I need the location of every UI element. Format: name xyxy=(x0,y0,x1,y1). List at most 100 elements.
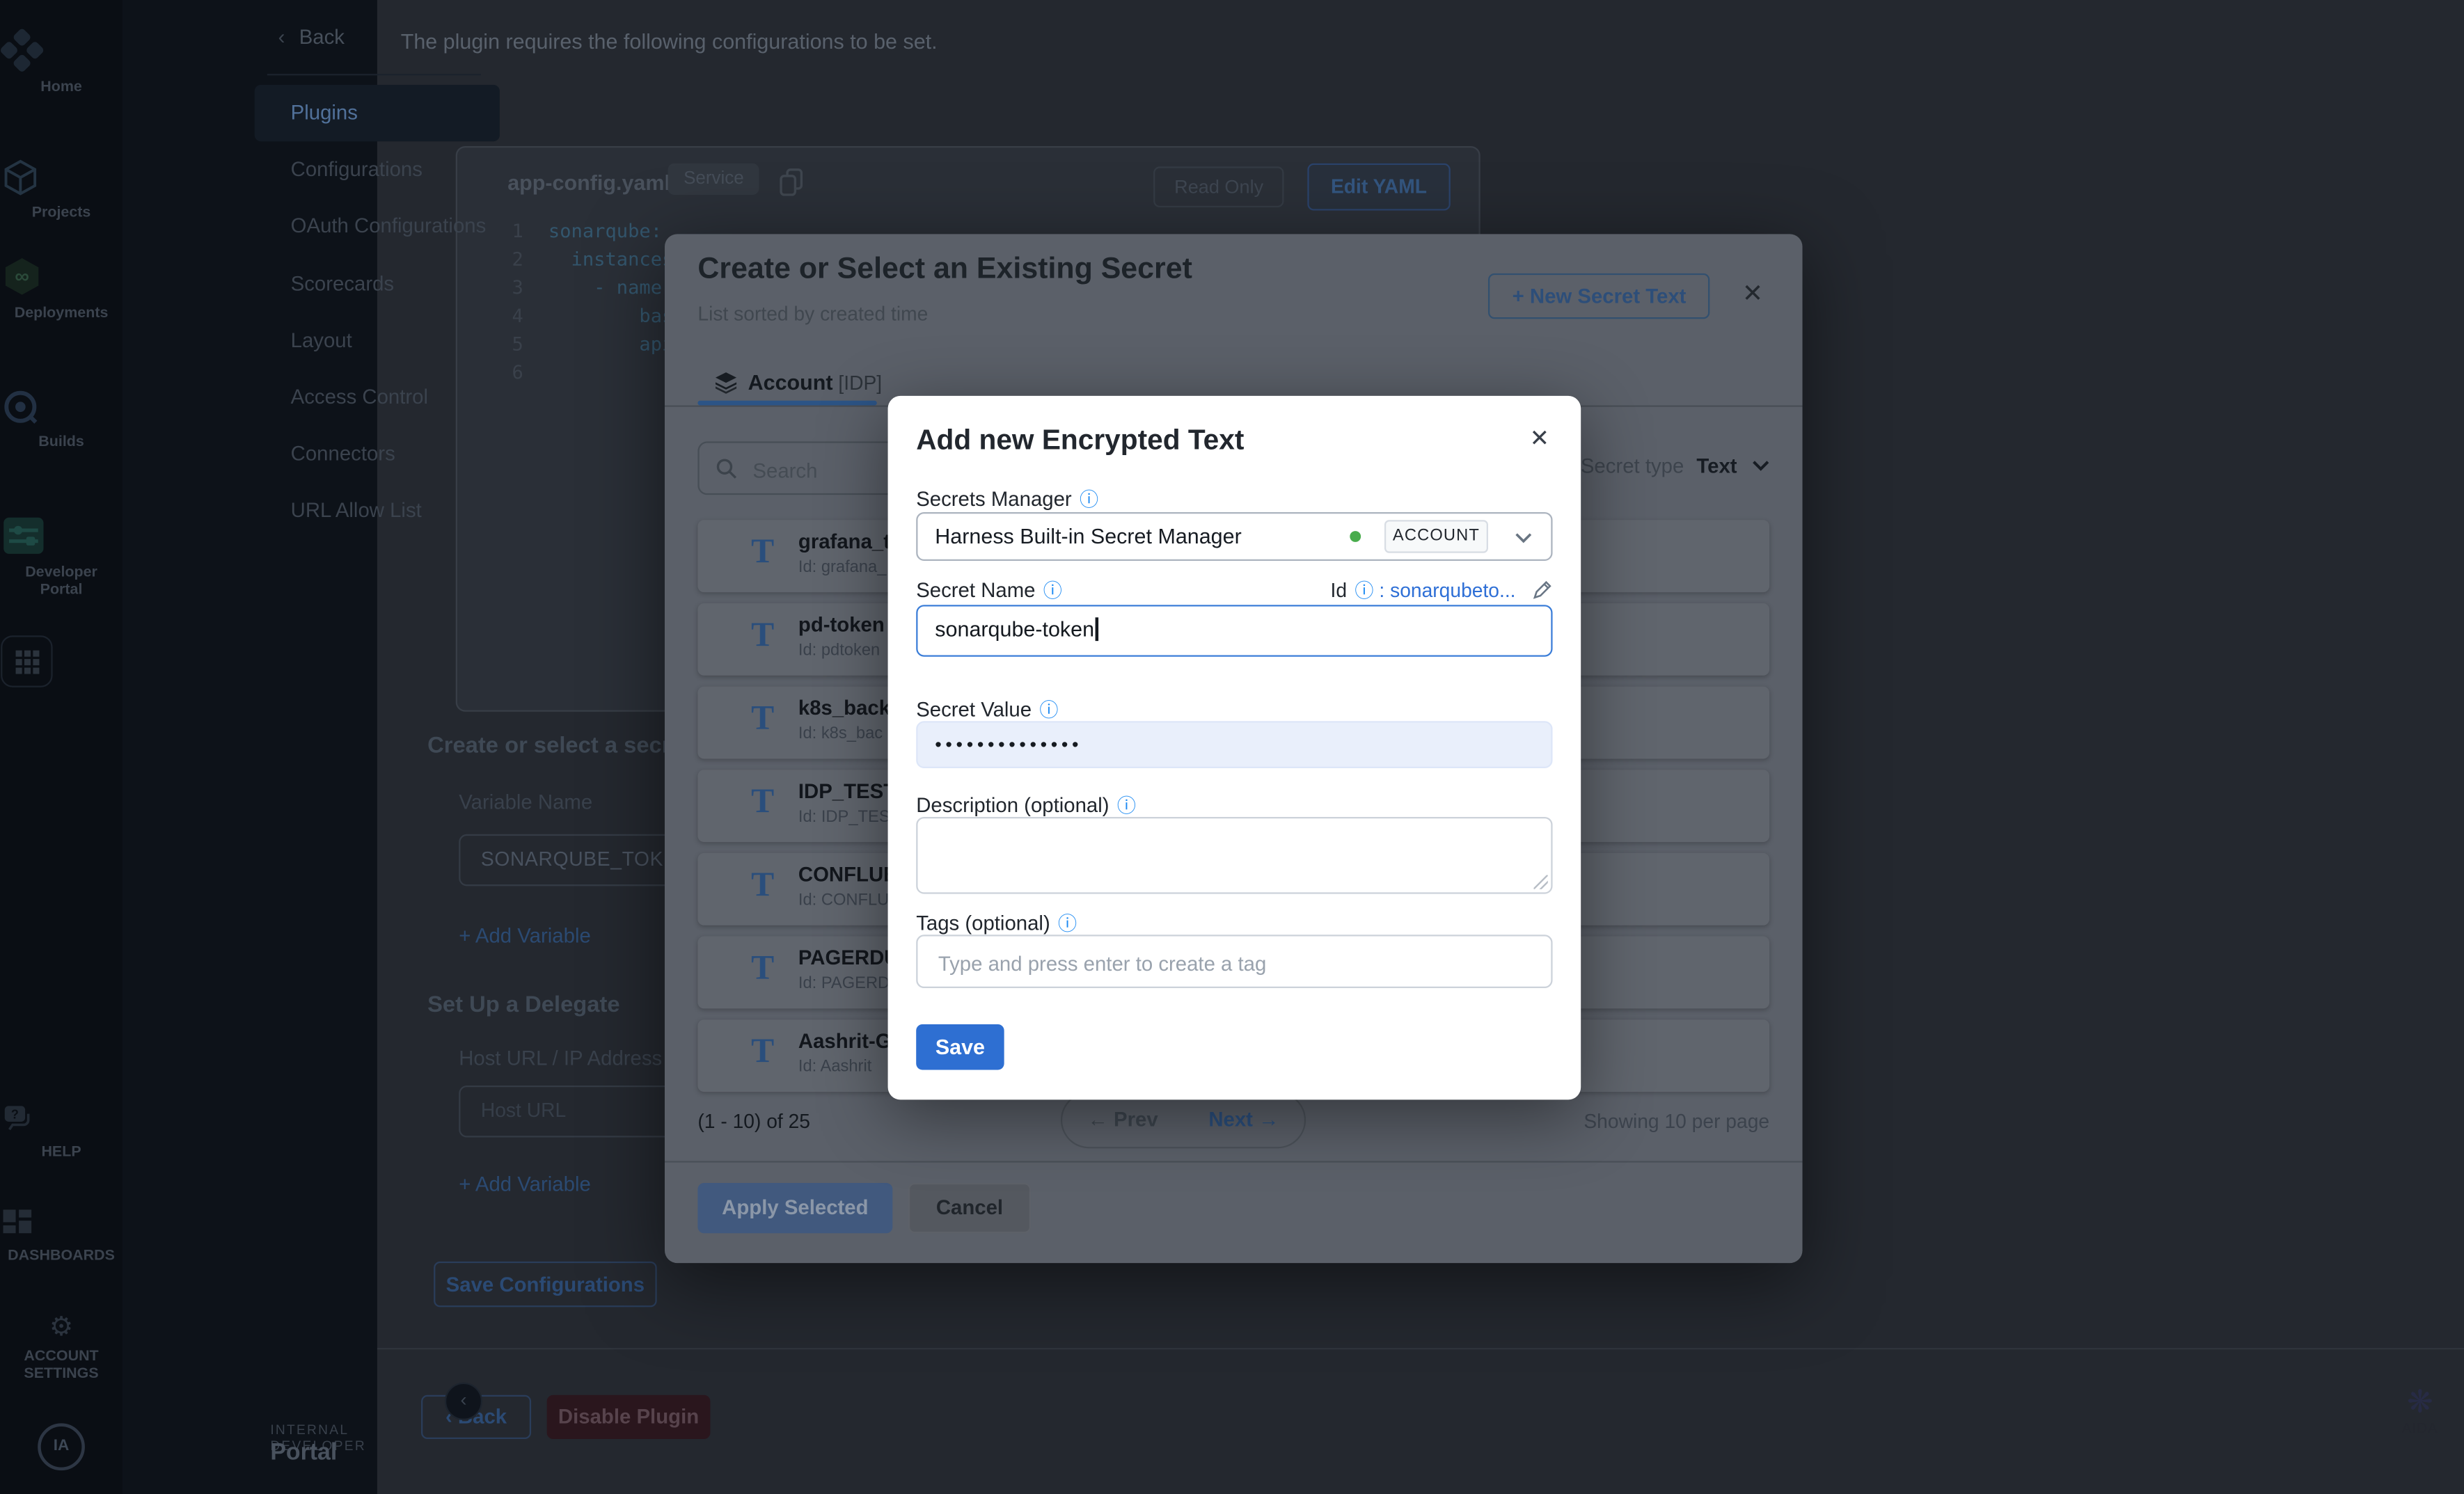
modal-title: Add new Encrypted Text xyxy=(916,424,1244,457)
nav-builds[interactable]: Builds xyxy=(0,386,123,451)
pagination-group: ← Prev Next → xyxy=(1061,1092,1306,1148)
secret-type-dropdown[interactable]: Secret typeText xyxy=(1581,454,1769,477)
secret-value-input[interactable]: •••••••••••••• xyxy=(916,721,1552,768)
read-only-button[interactable]: Read Only xyxy=(1154,166,1284,207)
projects-cube-icon xyxy=(0,157,123,198)
resize-handle-icon[interactable] xyxy=(1533,875,1547,889)
layers-icon xyxy=(713,369,739,395)
nav-deployments-label: Deployments xyxy=(15,305,109,322)
app-root: Home Projects ∞ Deployments Builds Devel… xyxy=(0,0,2464,1494)
tab-account-idp[interactable]: Account [IDP] xyxy=(713,369,882,395)
info-icon: ⓘ xyxy=(1058,909,1077,936)
gear-icon: ⚙ xyxy=(0,1313,123,1342)
variable-name-label: Variable Name xyxy=(459,790,592,814)
modal-footer-divider xyxy=(665,1161,1803,1162)
nav-help-label: HELP xyxy=(41,1144,81,1161)
nav-home[interactable]: Home xyxy=(0,29,123,96)
add-variable-link[interactable]: + Add Variable xyxy=(459,923,591,947)
yaml-line: 1sonarqube: xyxy=(486,220,662,248)
text-secret-icon: T xyxy=(751,864,774,905)
nav-projects-label: Projects xyxy=(32,204,91,221)
prev-page-button[interactable]: ← Prev xyxy=(1062,1093,1183,1147)
delegate-section-heading: Set Up a Delegate xyxy=(427,993,620,1018)
svg-text:∞: ∞ xyxy=(15,266,29,288)
encrypted-text-modal: Add new Encrypted Text ✕ Secrets Manager… xyxy=(888,396,1581,1099)
yaml-line: 2 instances: xyxy=(486,248,685,277)
save-button[interactable]: Save xyxy=(916,1024,1004,1070)
text-secret-icon: T xyxy=(751,947,774,988)
text-secret-icon: T xyxy=(751,614,774,655)
secret-id-link[interactable]: : sonarqubeto... xyxy=(1379,580,1515,602)
text-secret-icon: T xyxy=(751,531,774,572)
module-grid-icon xyxy=(0,635,123,688)
secret-name-label: Secret Nameⓘ xyxy=(916,577,1062,603)
nav-account-settings-label: ACCOUNT SETTINGS xyxy=(11,1348,111,1383)
secrets-manager-select[interactable]: Harness Built-in Secret Manager ACCOUNT xyxy=(916,512,1552,561)
nav-account-settings[interactable]: ⚙ ACCOUNT SETTINGS xyxy=(0,1313,123,1382)
edit-pencil-icon[interactable] xyxy=(1532,580,1552,600)
sidebar-item-access-control[interactable]: Access Control xyxy=(255,369,500,426)
cancel-button[interactable]: Cancel xyxy=(908,1183,1031,1233)
status-dot xyxy=(1350,531,1361,542)
text-secret-icon: T xyxy=(751,697,774,738)
nav-developer-portal[interactable]: Developer Portal xyxy=(0,514,123,598)
collapse-nav-button[interactable]: ‹ xyxy=(445,1383,482,1420)
sidebar-item-scorecards[interactable]: Scorecards xyxy=(255,256,500,312)
disable-plugin-button[interactable]: Disable Plugin xyxy=(547,1395,711,1439)
next-page-button[interactable]: Next → xyxy=(1183,1093,1304,1147)
per-page-text: Showing 10 per page xyxy=(1584,1111,1769,1133)
add-variable-link-2[interactable]: + Add Variable xyxy=(459,1172,591,1195)
secret-name-input[interactable]: sonarqube-token xyxy=(916,605,1552,657)
dashboards-icon xyxy=(0,1207,123,1241)
host-url-label: Host URL / IP Address xyxy=(459,1047,662,1070)
pagination-range: (1 - 10) of 25 xyxy=(697,1111,810,1133)
sidebar-item-oauth-configurations[interactable]: OAuth Configurations xyxy=(255,198,500,254)
footer-divider xyxy=(377,1348,2464,1349)
harness-home-icon xyxy=(0,29,123,72)
copy-icon[interactable] xyxy=(778,166,805,196)
tags-box xyxy=(916,935,1552,988)
id-label: Id xyxy=(1331,580,1348,602)
tags-input[interactable] xyxy=(935,938,1538,988)
new-secret-text-button[interactable]: + New Secret Text xyxy=(1489,273,1710,319)
secrets-manager-label: Secrets Managerⓘ xyxy=(916,486,1098,512)
aida-label: AIDA xyxy=(2383,1420,2458,1436)
sidebar-item-plugins[interactable]: Plugins xyxy=(255,85,500,141)
menu-back-link[interactable]: ‹Back xyxy=(278,25,345,49)
nav-dashboards[interactable]: DASHBOARDS xyxy=(0,1207,123,1265)
modal-title: Create or Select an Existing Secret xyxy=(697,253,1192,287)
nav-more-modules[interactable] xyxy=(0,635,123,694)
tags-label: Tags (optional)ⓘ xyxy=(916,909,1077,936)
aida-assistant-button[interactable]: ❋ AIDA xyxy=(2383,1385,2458,1436)
description-textarea[interactable] xyxy=(916,817,1552,894)
aida-flower-icon: ❋ xyxy=(2383,1385,2458,1420)
description-label: Description (optional)ⓘ xyxy=(916,792,1136,818)
close-icon[interactable]: ✕ xyxy=(1530,424,1549,453)
secret-section-heading: Create or select a secret xyxy=(427,733,691,758)
nav-dashboards-label: DASHBOARDS xyxy=(8,1248,115,1265)
close-icon[interactable]: ✕ xyxy=(1742,278,1763,310)
chevron-left-icon: ‹ xyxy=(278,25,285,49)
apply-selected-button[interactable]: Apply Selected xyxy=(697,1183,892,1233)
search-icon xyxy=(715,457,739,481)
nav-help[interactable]: ? HELP xyxy=(0,1099,123,1161)
yaml-filename: app-config.yaml xyxy=(507,171,670,195)
sidebar-item-url-allow-list[interactable]: URL Allow List xyxy=(255,482,500,539)
info-icon: ⓘ xyxy=(1355,577,1373,603)
sidebar-item-layout[interactable]: Layout xyxy=(255,312,500,369)
user-avatar[interactable]: IA xyxy=(0,1423,123,1470)
sidebar-item-configurations[interactable]: Configurations xyxy=(255,141,500,198)
secret-value-label: Secret Valueⓘ xyxy=(916,696,1058,722)
info-icon: ⓘ xyxy=(1080,486,1098,512)
info-icon: ⓘ xyxy=(1039,696,1058,722)
sidebar-item-connectors[interactable]: Connectors xyxy=(255,426,500,482)
nav-deployments[interactable]: ∞ Deployments xyxy=(0,255,123,322)
save-configurations-button[interactable]: Save Configurations xyxy=(434,1262,657,1307)
plugin-menu-panel: ‹Back Plugins Configurations OAuth Confi… xyxy=(123,0,377,1494)
builds-icon xyxy=(0,386,123,427)
nav-projects[interactable]: Projects xyxy=(0,157,123,222)
developer-portal-icon xyxy=(0,514,123,557)
edit-yaml-button[interactable]: Edit YAML xyxy=(1307,164,1451,211)
info-icon: ⓘ xyxy=(1117,792,1136,818)
deployments-icon: ∞ xyxy=(0,255,123,299)
